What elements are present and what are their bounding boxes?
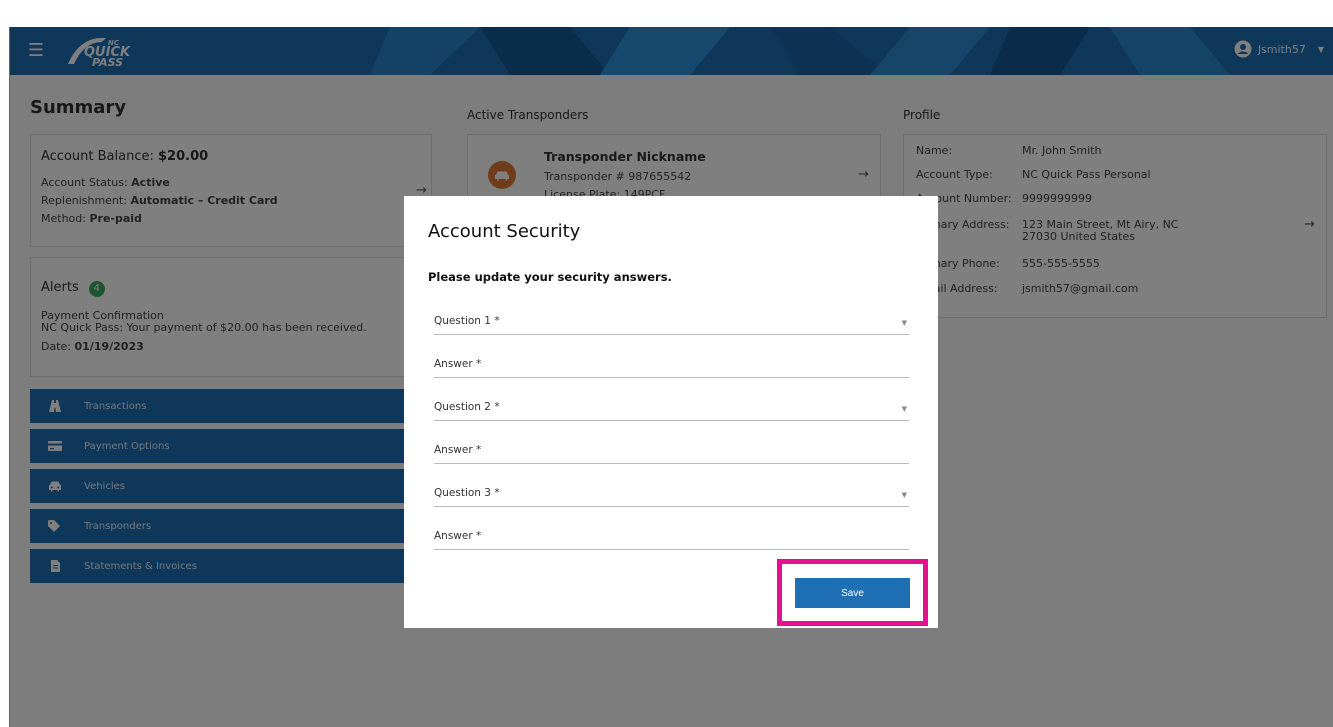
chevron-down-icon: ▼ <box>901 319 907 327</box>
dialog-subtitle: Please update your security answers. <box>428 270 672 284</box>
save-button-highlight: Save <box>777 559 928 626</box>
answer-3-label: Answer * <box>434 530 482 542</box>
question-3-label: Question 3 * <box>434 487 500 499</box>
chevron-down-icon: ▼ <box>901 405 907 413</box>
answer-1-input[interactable]: Answer * <box>434 354 909 378</box>
answer-2-input[interactable]: Answer * <box>434 440 909 464</box>
answer-2-label: Answer * <box>434 444 482 456</box>
question-3-select[interactable]: Question 3 * ▼ <box>434 483 909 507</box>
question-1-label: Question 1 * <box>434 315 500 327</box>
chevron-down-icon: ▼ <box>901 491 907 499</box>
account-security-dialog: Account Security Please update your secu… <box>404 196 938 628</box>
answer-1-label: Answer * <box>434 358 482 370</box>
question-2-select[interactable]: Question 2 * ▼ <box>434 397 909 421</box>
question-1-select[interactable]: Question 1 * ▼ <box>434 311 909 335</box>
answer-3-input[interactable]: Answer * <box>434 526 909 550</box>
save-button[interactable]: Save <box>795 578 910 608</box>
question-2-label: Question 2 * <box>434 401 500 413</box>
dialog-title: Account Security <box>428 221 581 242</box>
